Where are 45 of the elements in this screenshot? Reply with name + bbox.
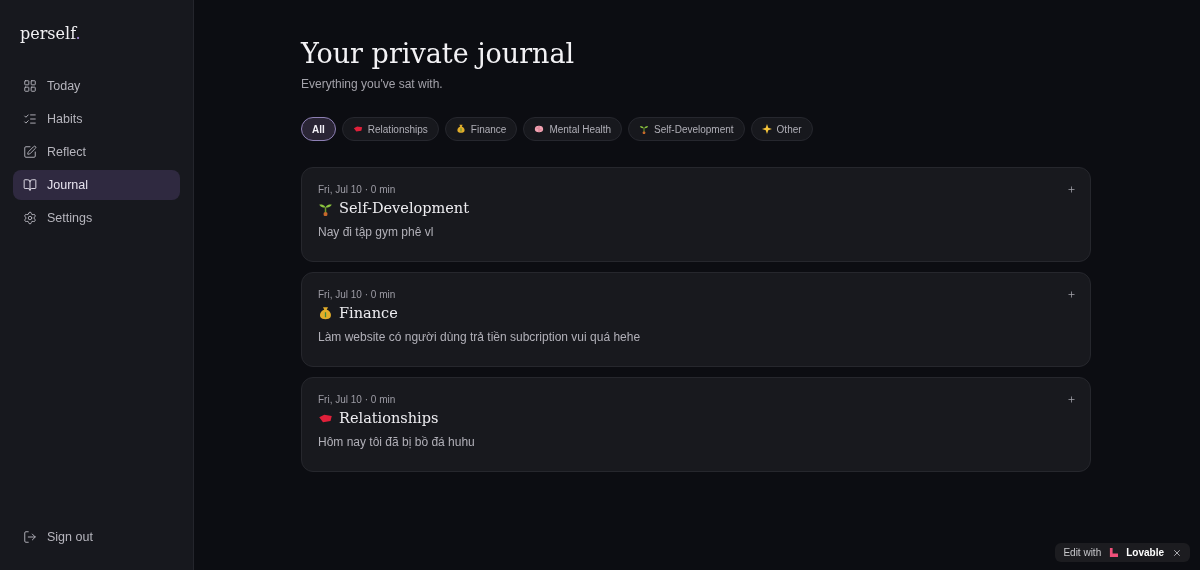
badge-text: Edit with [1063, 547, 1102, 558]
nav-item[interactable]: Today [13, 71, 180, 101]
page-title: Your private journal [301, 38, 576, 69]
nav-item[interactable]: Settings [13, 203, 180, 233]
entry-card[interactable]: Fri, Jul 10 · 0 min Self-Development Nay đi tập gym phê vl [301, 167, 1091, 262]
sign-out-icon [23, 530, 37, 544]
filter-chip[interactable]: Other [750, 117, 813, 141]
money-bag-icon [318, 305, 333, 321]
add-button[interactable] [1067, 185, 1076, 194]
entry-text: Hôm nay tôi đã bị bồ đá huhu [318, 435, 476, 449]
edit-icon [23, 145, 37, 159]
entry-card[interactable]: Fri, Jul 10 · 0 min Relationships Hôm nay tôi đã bị bồ đá huhu [301, 377, 1091, 472]
entry-meta: Fri, Jul 10 · 0 min [318, 394, 396, 405]
add-button[interactable] [1067, 290, 1076, 299]
nav-item[interactable]: Reflect [13, 137, 180, 167]
entry-meta: Fri, Jul 10 · 0 min [318, 184, 396, 195]
nav-item[interactable]: Habits [13, 104, 180, 134]
filter-chip[interactable]: Self-Development [628, 117, 745, 141]
grid-icon [23, 79, 37, 93]
page-subtitle: Everything you've sat with. [301, 77, 444, 91]
filter-chip[interactable]: Finance [444, 117, 518, 141]
edit-badge[interactable]: Edit with Lovable [1055, 543, 1190, 562]
entry-title: Self-Development [339, 200, 470, 216]
logo: perself. [19, 24, 82, 43]
badge-brand: Lovable [1126, 547, 1164, 558]
nav-item[interactable]: Journal [13, 170, 180, 200]
entry-text: Làm website có người dùng trả tiền subcription vui quá hehe [318, 330, 642, 344]
entry-text: Nay đi tập gym phê vl [318, 225, 435, 239]
sprout-icon [639, 124, 650, 134]
entry-title: Finance [339, 305, 398, 321]
add-button[interactable] [1067, 395, 1076, 404]
money-bag-icon [455, 124, 466, 134]
sign-out-link[interactable]: Sign out [13, 522, 180, 552]
entry-meta: Fri, Jul 10 · 0 min [318, 289, 396, 300]
filter-chip[interactable]: Relationships [341, 117, 439, 141]
filter-chip[interactable]: All [301, 117, 336, 141]
sparkle-icon [761, 124, 772, 134]
brain-icon [534, 124, 545, 134]
settings-icon [23, 211, 37, 225]
filter-chip[interactable]: Mental Health [523, 117, 623, 141]
checklist-icon [23, 112, 37, 126]
entry-card[interactable]: Fri, Jul 10 · 0 min Finance Làm website có người dùng trả tiền subcription vui quá hehe [301, 272, 1091, 367]
entry-title: Relationships [339, 410, 439, 426]
book-icon [23, 178, 37, 192]
close-icon[interactable] [1172, 547, 1182, 558]
